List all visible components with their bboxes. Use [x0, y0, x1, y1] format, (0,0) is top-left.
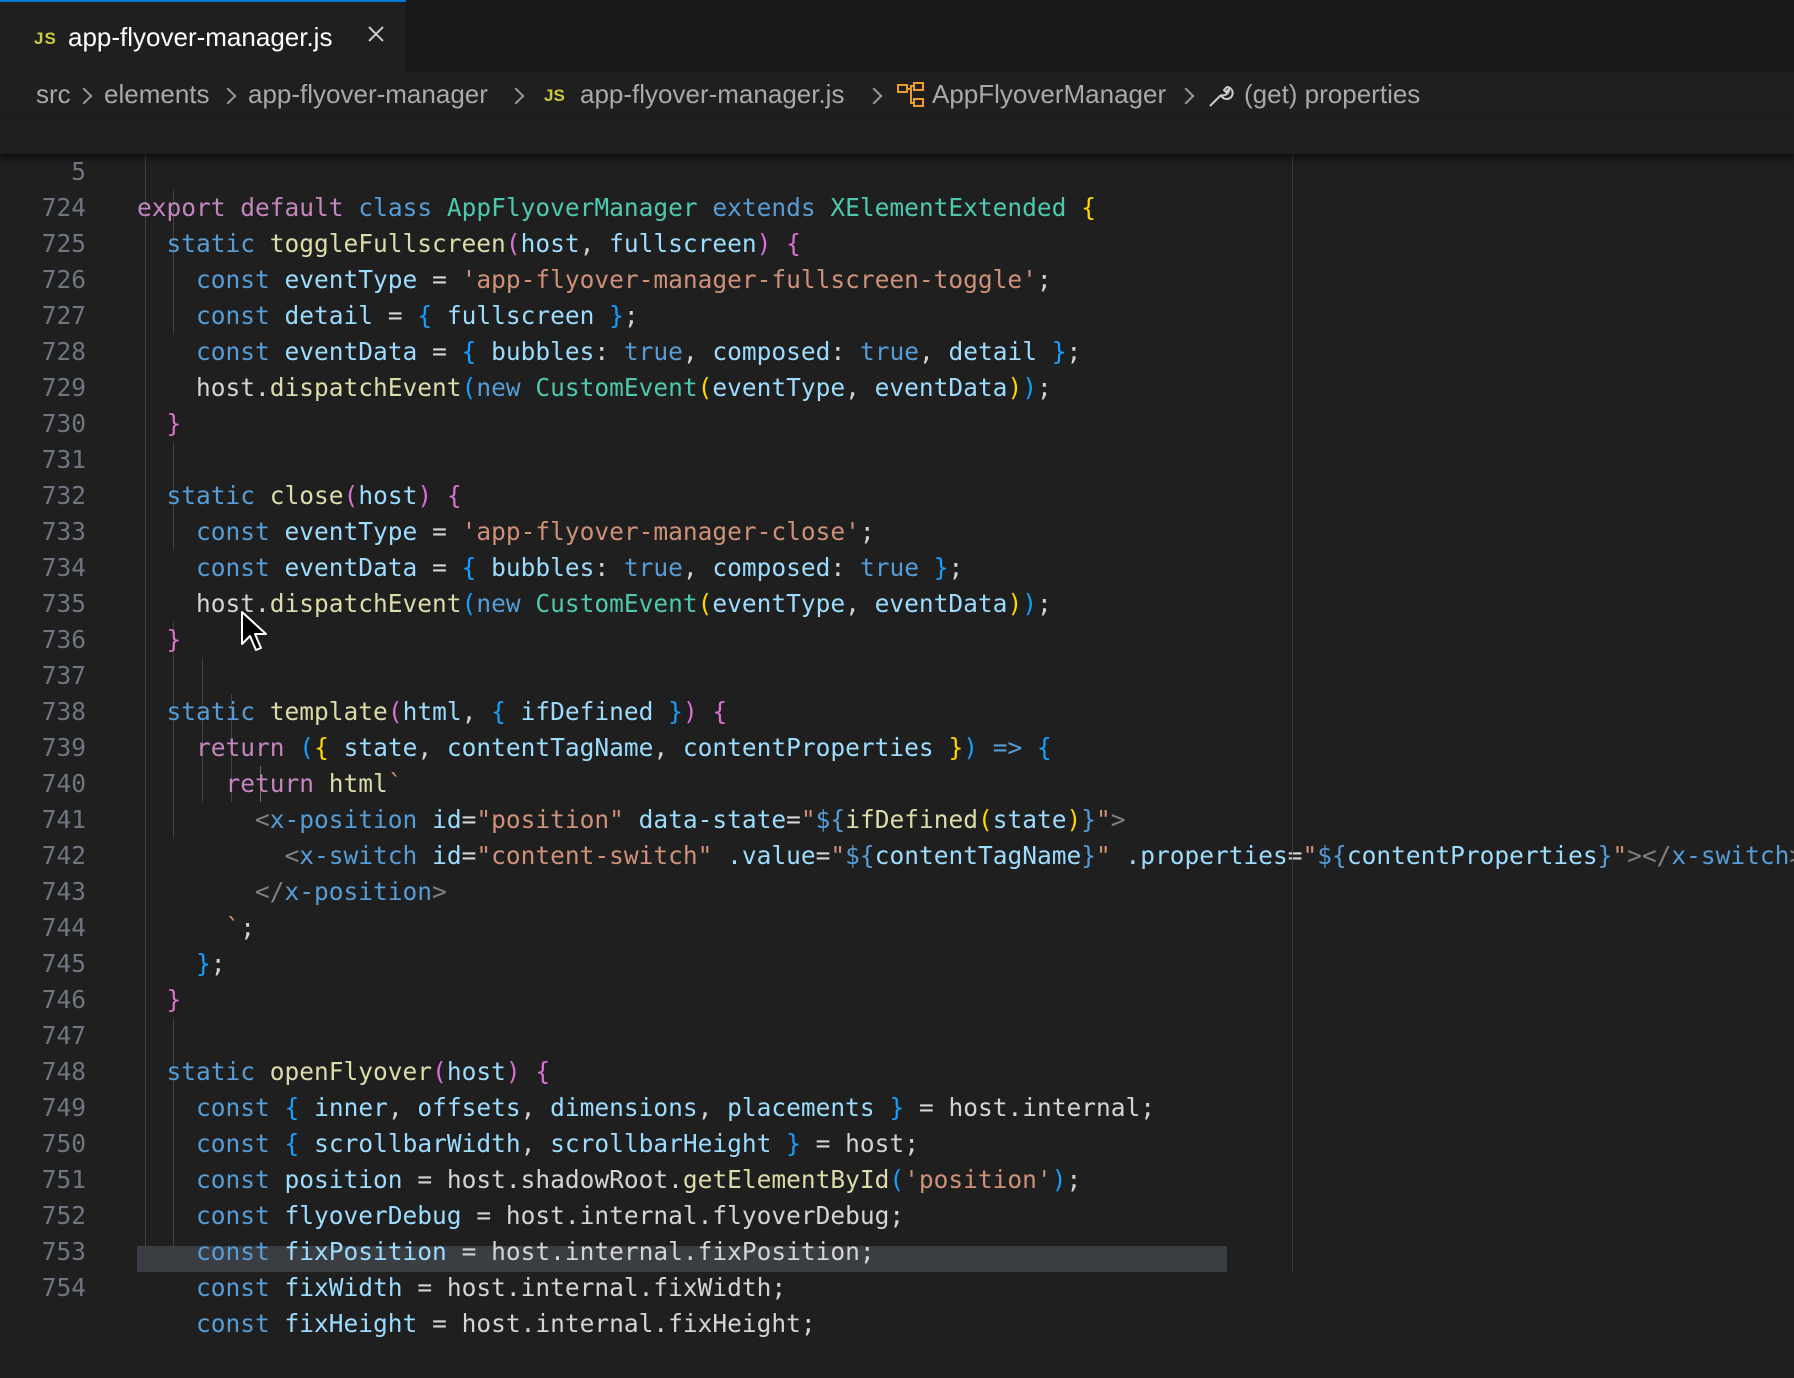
javascript-file-icon: JS — [34, 29, 57, 48]
breadcrumb-item-folder[interactable]: app-flyover-manager — [248, 79, 488, 110]
class-icon — [896, 81, 926, 116]
code-row: 749 const { scrollbarWidth, scrollbarHei… — [0, 1054, 1794, 1158]
chevron-right-icon — [1177, 87, 1195, 105]
close-icon[interactable] — [362, 22, 390, 50]
vertical-ruler — [1292, 154, 1293, 1272]
code-row: 739 return html` — [0, 694, 1794, 798]
code-row: 753 const fixWidth = host.internal.fixWi… — [0, 1198, 1794, 1302]
code-row: 732 const eventType = 'app-flyover-manag… — [0, 442, 1794, 546]
code-row: 742 </x-position> — [0, 802, 1794, 906]
code-row: 730 — [0, 370, 1794, 438]
code-line: const fixWidth = host.internal.fixWidth; — [196, 1273, 787, 1302]
code-row: 729 } — [0, 334, 1794, 438]
chevron-right-icon — [75, 87, 93, 105]
chevron-right-icon — [507, 87, 525, 105]
code-row: 751 const flyoverDebug = host.internal.f… — [0, 1126, 1794, 1230]
line-number: 5 — [71, 157, 86, 186]
tab-label: app-flyover-manager.js — [68, 22, 333, 52]
code-line: export default class AppFlyoverManager e… — [137, 193, 1096, 222]
code-line: const fixHeight = host.internal.fixHeigh… — [196, 1309, 816, 1338]
code-row: 752 const fixPosition = host.internal.fi… — [0, 1162, 1794, 1266]
breadcrumb: src elements app-flyover-manager JS app-… — [0, 72, 1794, 118]
code-row: 728 host.dispatchEvent(new CustomEvent(e… — [0, 298, 1794, 402]
breadcrumb-item-src[interactable]: src — [36, 79, 71, 110]
code-row: 738 return ({ state, contentTagName, con… — [0, 658, 1794, 762]
breadcrumb-item-class[interactable]: AppFlyoverManager — [932, 79, 1166, 110]
tab-bar: JS app-flyover-manager.js — [0, 0, 1794, 72]
code-row: 740 <x-position id="position" data-state… — [0, 730, 1794, 834]
code-row: 748 const { inner, offsets, dimensions, … — [0, 1018, 1794, 1122]
mouse-cursor-icon — [240, 610, 268, 657]
code-row: 731 static close(host) { — [0, 406, 1794, 510]
breadcrumb-item-property[interactable]: (get) properties — [1244, 79, 1420, 110]
code-row: 744 }; — [0, 874, 1794, 978]
code-row: 736 — [0, 586, 1794, 654]
code-row: 754 const fixHeight = host.internal.fixH… — [0, 1234, 1794, 1338]
chevron-right-icon — [865, 87, 883, 105]
line-number: 754 — [41, 1273, 86, 1302]
code-row: 747 static openFlyover(host) { — [0, 982, 1794, 1086]
code-row: 746 — [0, 946, 1794, 1014]
code-row: 724 static toggleFullscreen(host, fullsc… — [0, 154, 1794, 258]
javascript-file-icon: JS — [544, 86, 565, 105]
wrench-icon — [1206, 80, 1236, 117]
sticky-scroll-line[interactable]: 5 export default class AppFlyoverManager… — [0, 118, 1794, 222]
code-row: 735 } — [0, 550, 1794, 654]
code-row: 743 `; — [0, 838, 1794, 942]
code-row: 737 static template(html, { ifDefined })… — [0, 622, 1794, 726]
code-row: 750 const position = host.shadowRoot.get… — [0, 1090, 1794, 1194]
tab-app-flyover-manager[interactable]: JS app-flyover-manager.js — [0, 0, 406, 72]
breadcrumb-item-elements[interactable]: elements — [104, 79, 210, 110]
code-row: 741 <x-switch id="content-switch" .value… — [0, 766, 1794, 870]
code-row: 727 const eventData = { bubbles: true, c… — [0, 262, 1794, 366]
code-row: 734 host.dispatchEvent(new CustomEvent(e… — [0, 514, 1794, 618]
chevron-right-icon — [219, 87, 237, 105]
breadcrumb-item-file[interactable]: app-flyover-manager.js — [580, 79, 844, 110]
code-row: 745 } — [0, 910, 1794, 1014]
code-row: 726 const detail = { fullscreen }; — [0, 226, 1794, 330]
code-row: 733 const eventData = { bubbles: true, c… — [0, 478, 1794, 582]
